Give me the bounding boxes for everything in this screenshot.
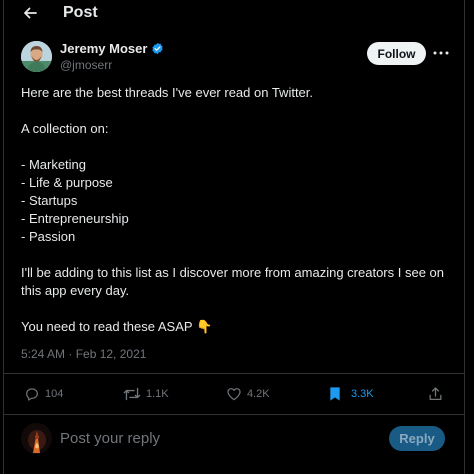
author-handle[interactable]: @jmoserr: [60, 58, 112, 72]
author-avatar[interactable]: [21, 41, 52, 72]
tweet-text: Here are the best threads I've ever read…: [21, 84, 451, 337]
like-count: 4.2K: [247, 388, 270, 400]
follow-button[interactable]: Follow: [367, 42, 426, 65]
author-avatar-image: [21, 41, 52, 72]
author-name[interactable]: Jeremy Moser: [60, 41, 164, 56]
page-title: Post: [63, 4, 98, 21]
reply-bubble-icon: [26, 388, 38, 401]
arrow-left-icon: [24, 7, 37, 19]
current-user-avatar-image: [21, 423, 52, 454]
reply-action[interactable]: 104: [24, 384, 63, 404]
like-action[interactable]: 4.2K: [226, 384, 270, 404]
more-horizontal-icon: [433, 51, 449, 55]
bookmark-action[interactable]: 3.3K: [328, 384, 374, 404]
tweet-line: Here are the best threads I've ever read…: [21, 85, 314, 100]
bookmark-count: 3.3K: [351, 388, 374, 400]
reply-count: 104: [45, 388, 64, 400]
author-name-text: Jeremy Moser: [60, 41, 148, 56]
heart-icon: [227, 388, 241, 401]
divider: [4, 373, 464, 374]
retweet-action[interactable]: 1.1K: [123, 384, 169, 404]
tweet-line-last: You need to read these ASAP 👇: [21, 318, 451, 337]
tweet-line: - Life & purpose: [21, 175, 113, 190]
tweet-line: A collection on:: [21, 121, 109, 136]
tweet-line: - Entrepreneurship: [21, 211, 129, 226]
current-user-avatar: [21, 423, 52, 454]
post-timestamp[interactable]: 5:24 AM · Feb 12, 2021: [21, 347, 146, 361]
pointing-down-emoji: 👇: [195, 320, 213, 335]
tweet-line: this app every day.: [21, 283, 130, 298]
reply-input[interactable]: [60, 427, 360, 449]
back-button[interactable]: [19, 2, 41, 24]
tweet-line: - Passion: [21, 229, 76, 244]
post-header: Post: [0, 0, 474, 28]
share-icon: [429, 387, 442, 400]
retweet-icon: [123, 387, 141, 401]
tweet-line: I'll be adding to this list as I discove…: [21, 265, 445, 280]
tweet-line: - Startups: [21, 193, 78, 208]
column-border-right: [464, 0, 465, 474]
retweet-count: 1.1K: [146, 388, 169, 400]
tweet-line: You need to read these ASAP: [21, 319, 193, 334]
more-options-button[interactable]: [432, 44, 450, 62]
tweet-line: - Marketing: [21, 157, 87, 172]
verified-badge-icon: [152, 42, 164, 55]
bookmark-filled-icon: [330, 387, 340, 401]
column-border-left: [3, 0, 4, 474]
share-action[interactable]: [428, 384, 443, 404]
divider: [4, 414, 464, 415]
reply-button[interactable]: Reply: [389, 426, 445, 451]
